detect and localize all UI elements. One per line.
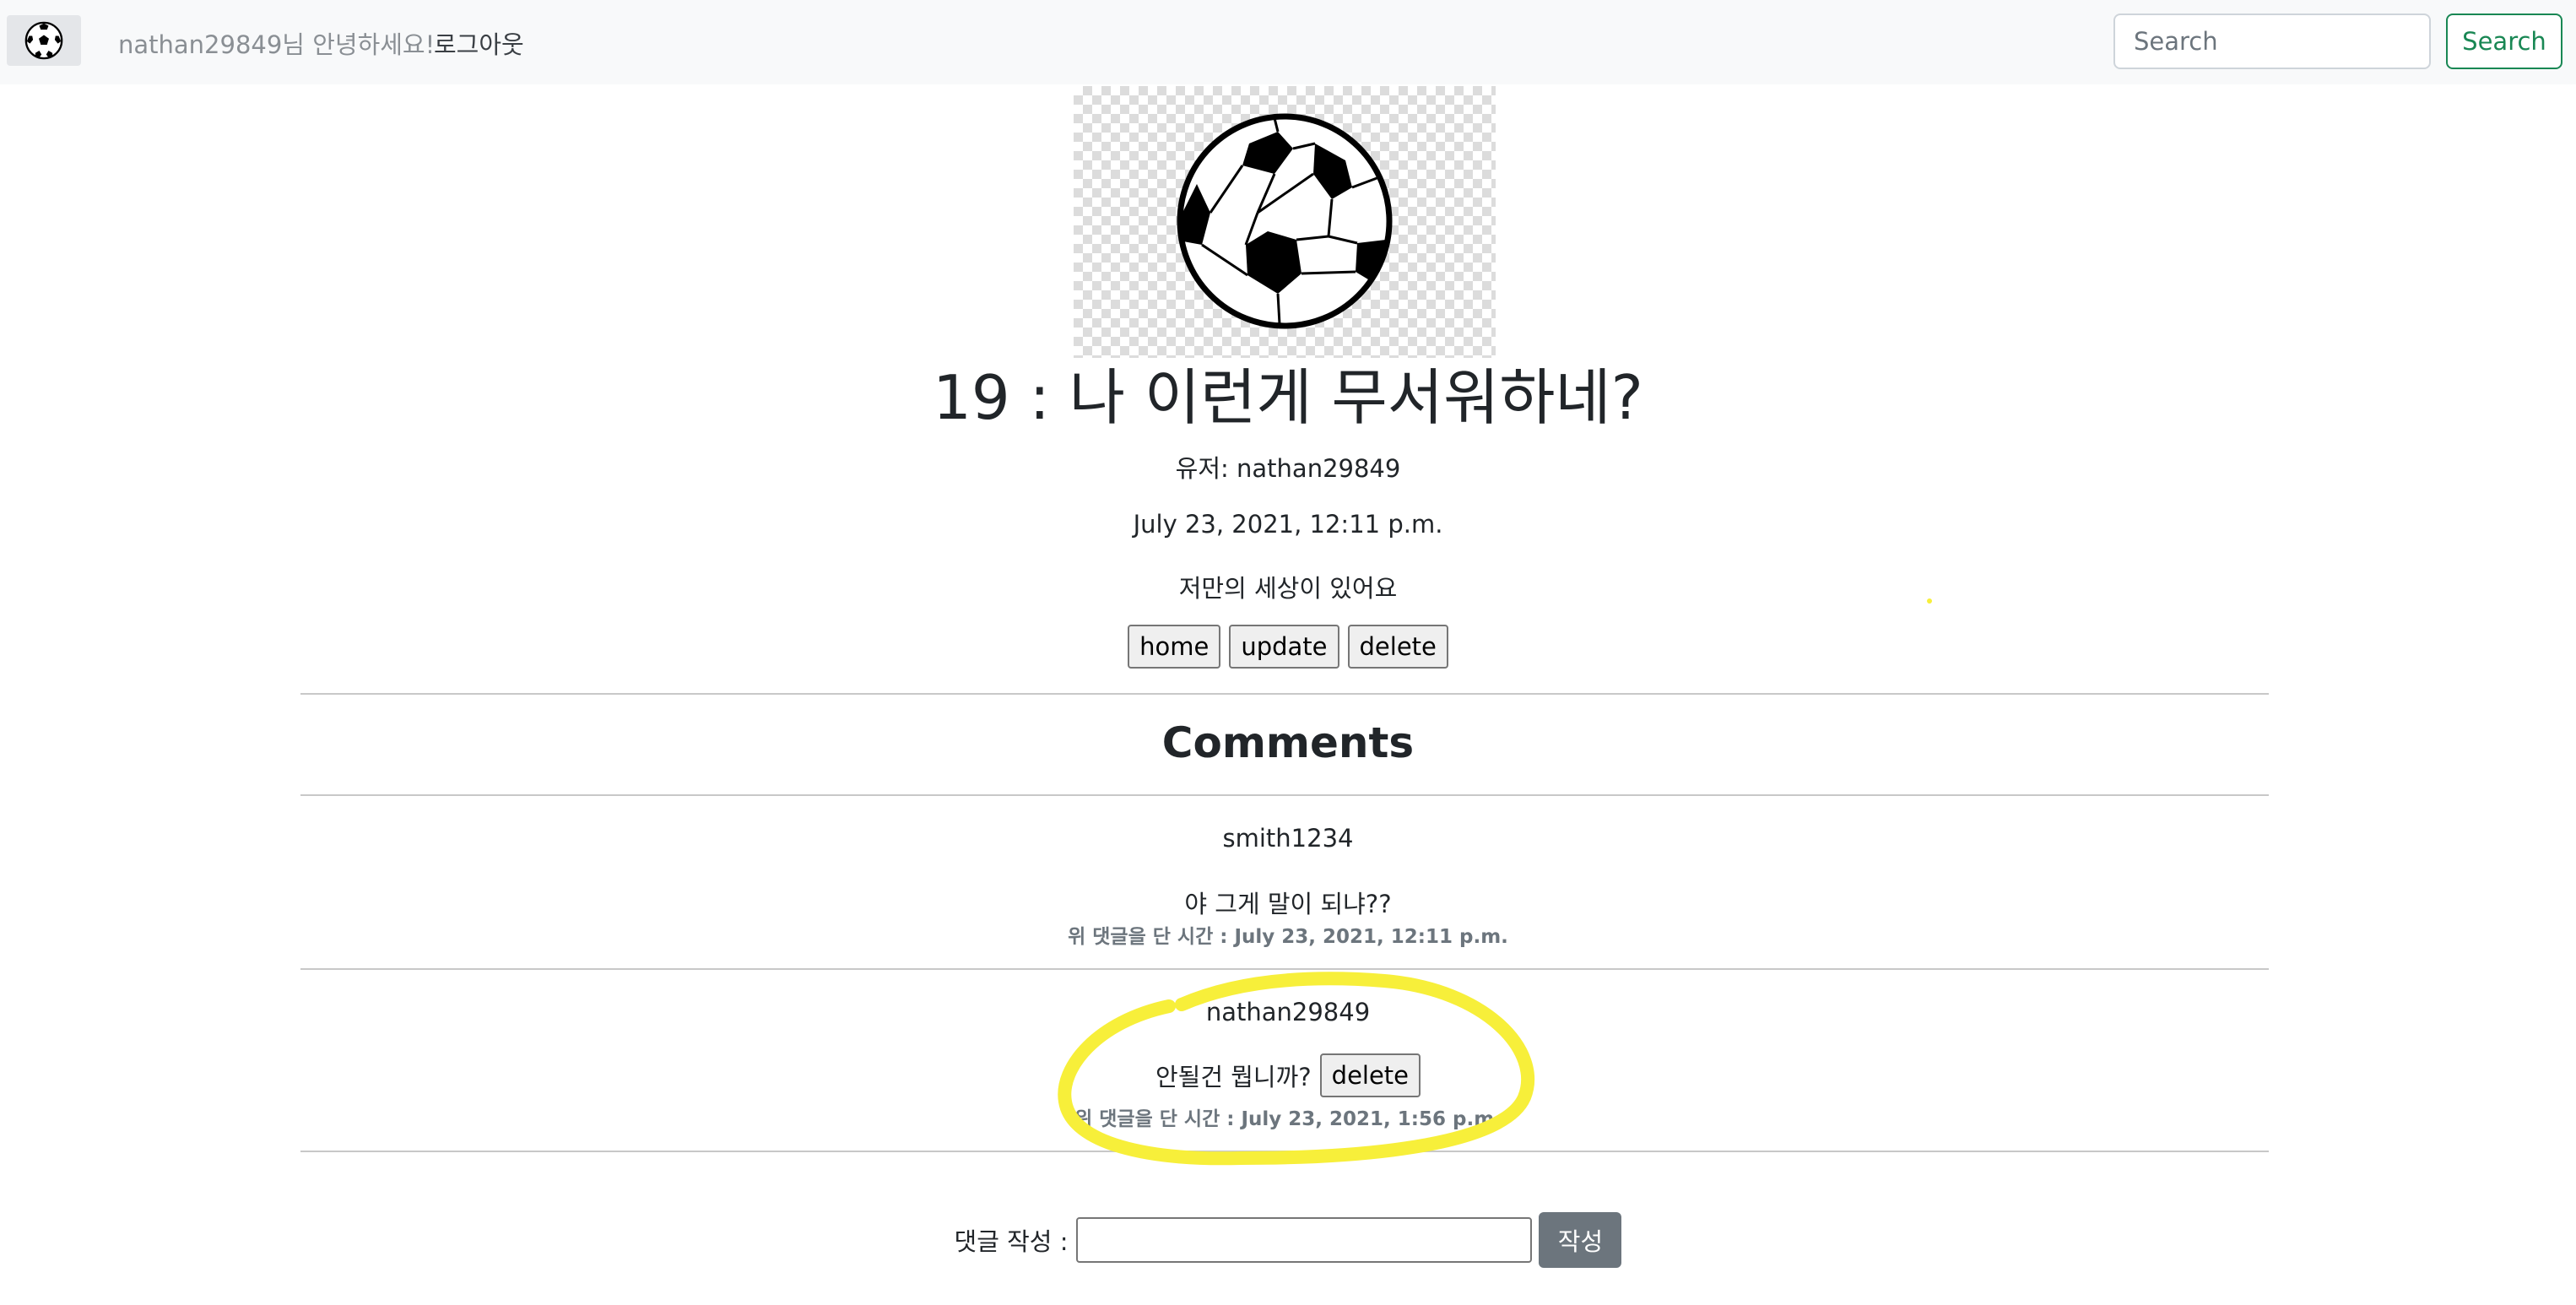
logout-link[interactable]: 로그아웃 — [434, 25, 524, 61]
delete-comment-button[interactable]: delete — [1319, 1053, 1421, 1097]
brand-logo-link[interactable] — [7, 15, 81, 66]
submit-comment-button[interactable]: 작성 — [1539, 1212, 1622, 1268]
navbar: nathan29849님 안녕하세요! 로그아웃 Search — [0, 0, 2576, 84]
soccer-ball-icon — [24, 21, 63, 60]
divider — [300, 1151, 2269, 1152]
user-greeting: nathan29849님 안녕하세요! — [118, 30, 436, 59]
divider — [300, 794, 2269, 796]
post-author: 유저: nathan29849 — [1175, 454, 1401, 483]
comment-text-row: 안될건 뭡니까? delete — [0, 1053, 2576, 1097]
post-title: 19 : 나 이런게 무서워하네? — [933, 362, 1643, 433]
comment-timestamp: 위 댓글을 단 시간 : July 23, 2021, 12:11 p.m. — [1068, 926, 1508, 948]
comment-text: 야 그게 말이 되냐?? — [1184, 890, 1392, 918]
comments-heading: Comments — [1161, 718, 1415, 767]
delete-post-button[interactable]: delete — [1347, 625, 1448, 669]
comment-form: 댓글 작성 : 작성 — [0, 1212, 2576, 1268]
post-detail-page: nathan29849님 안녕하세요! 로그아웃 Search Search 1… — [0, 0, 2576, 1305]
divider — [300, 968, 2269, 970]
post-actions: home update delete — [0, 625, 2576, 669]
comment-timestamp: 위 댓글을 단 시간 : July 23, 2021, 1:56 p.m. — [1074, 1108, 1502, 1130]
search-input[interactable] — [2113, 14, 2431, 69]
divider — [300, 693, 2269, 695]
search-button[interactable]: Search — [2446, 14, 2562, 69]
comment-author: smith1234 — [1222, 824, 1354, 853]
post-date: July 23, 2021, 12:11 p.m. — [1133, 510, 1443, 539]
post-image — [1074, 86, 1496, 358]
soccer-ball-icon — [1177, 113, 1393, 329]
comment-author: nathan29849 — [1205, 998, 1371, 1026]
comment-input[interactable] — [1076, 1217, 1533, 1263]
update-button[interactable]: update — [1229, 625, 1339, 669]
comment-form-label: 댓글 작성 : — [954, 1227, 1069, 1256]
post-body: 저만의 세상이 있어요 — [1178, 574, 1398, 603]
comment-text: 안될건 뭡니까? — [1155, 1063, 1312, 1091]
home-button[interactable]: home — [1128, 625, 1221, 669]
